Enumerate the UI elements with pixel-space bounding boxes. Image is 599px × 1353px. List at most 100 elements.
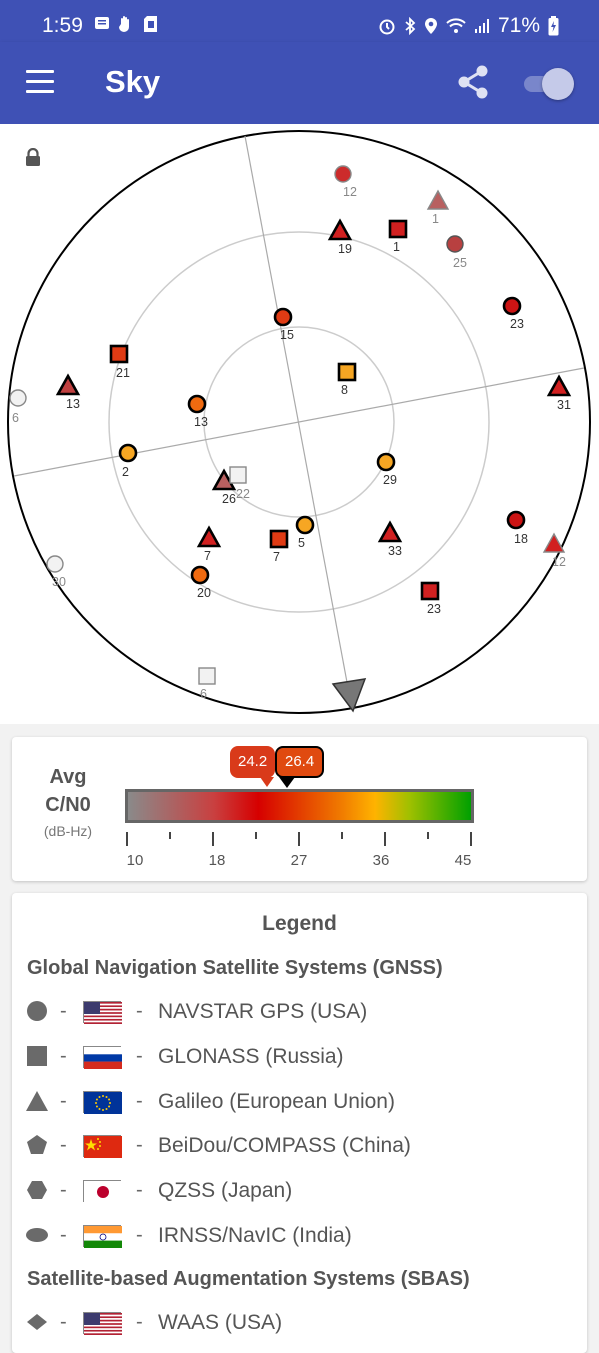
hexagon-shape-icon	[24, 1177, 50, 1203]
message-icon	[95, 17, 109, 29]
usa-flag-icon	[83, 1312, 122, 1336]
square-shape-icon	[24, 1043, 50, 1069]
lock-icon[interactable]	[24, 148, 42, 168]
satellite-label: 12	[343, 185, 357, 199]
bubble-b-pointer	[279, 777, 295, 788]
legend-title: Legend	[262, 912, 337, 935]
india-flag-icon	[83, 1225, 122, 1248]
satellite-label: 1	[432, 212, 439, 226]
satellite-label: 13	[66, 397, 80, 411]
satellite-marker	[446, 235, 464, 253]
russia-flag-icon	[83, 1045, 122, 1069]
satellite-marker	[388, 219, 408, 239]
satellite-label: 1	[393, 240, 400, 254]
satellite-marker	[426, 189, 450, 210]
hand-icon	[119, 16, 129, 32]
satellite-marker	[118, 443, 138, 463]
satellite-marker	[420, 581, 440, 601]
cn0-title: Avg C/N0	[45, 766, 91, 816]
battery-icon	[548, 16, 559, 36]
satellite-label: 31	[557, 398, 571, 412]
cn0-minor-tick	[169, 832, 171, 839]
legend-dash: -	[136, 1089, 143, 1112]
legend-dash: -	[60, 1311, 67, 1333]
satellite-label: 8	[341, 383, 348, 397]
legend-constellation-name: QZSS (Japan)	[158, 1179, 293, 1203]
satellite-marker	[334, 165, 352, 183]
satellite-label: 6	[12, 411, 19, 425]
satellite-marker	[109, 344, 129, 364]
sky-plot-area: 12 1 19 1 25 23 15 21 8 13 13 31 6 2 29 26 22 5 7 7 33 18 12 30…	[0, 124, 599, 724]
satellite-marker	[46, 555, 64, 573]
legend-dash: -	[136, 1224, 143, 1246]
satellite-label: 15	[280, 328, 294, 342]
satellite-marker	[187, 394, 207, 414]
legend-dash: -	[60, 1224, 67, 1246]
diamond-shape-icon	[24, 1309, 50, 1335]
signal-icon	[474, 19, 489, 33]
cn0-major-tick	[470, 832, 472, 846]
circle-shape-icon	[24, 998, 50, 1024]
sky-plot: 12 1 19 1 25 23 15 21 8 13 13 31 6 2 29 26 22 5 7 7 33 18 12 30…	[7, 130, 591, 714]
cn0-tick-label: 27	[290, 852, 308, 869]
bluetooth-icon	[405, 17, 416, 35]
cn0-bubble-in-use: 24.2	[230, 746, 276, 778]
menu-icon[interactable]	[26, 70, 54, 94]
satellite-marker	[506, 510, 526, 530]
satellite-marker	[269, 529, 289, 549]
cn0-value-a: 24.2	[238, 753, 268, 770]
status-bar: 1:59 71%	[0, 0, 599, 42]
satellite-marker	[337, 362, 357, 382]
cn0-tick-label: 36	[372, 852, 390, 869]
satellite-marker	[542, 532, 566, 553]
china-flag-icon	[83, 1135, 122, 1159]
toggle-switch[interactable]	[524, 68, 574, 100]
satellite-label: 2	[122, 465, 129, 479]
legend-dash: -	[60, 1044, 67, 1067]
legend-dash: -	[136, 1179, 143, 1202]
status-system-icons: 71%	[378, 14, 559, 38]
share-icon[interactable]	[455, 64, 491, 100]
legend-dash: -	[60, 1134, 67, 1157]
eu-flag-icon	[83, 1090, 122, 1114]
status-notification-icons	[94, 15, 160, 33]
legend-constellation-name: IRNSS/NavIC (India)	[158, 1224, 352, 1247]
satellite-marker	[196, 525, 222, 548]
status-time: 1:59	[42, 14, 83, 37]
satellite-marker	[190, 565, 210, 585]
cn0-major-tick	[384, 832, 386, 846]
cn0-minor-tick	[427, 832, 429, 839]
usa-flag-icon	[83, 1001, 122, 1025]
legend-row: - - WAAS (USA)	[24, 1309, 584, 1339]
cn0-tick-label: 10	[126, 852, 144, 869]
oval-shape-icon	[24, 1222, 50, 1248]
wifi-icon	[446, 18, 466, 33]
legend-constellation-name: WAAS (USA)	[158, 1311, 283, 1334]
legend-row: - - QZSS (Japan)	[24, 1177, 584, 1207]
cn0-major-tick	[212, 832, 214, 846]
legend-row: - - IRNSS/NavIC (India)	[24, 1222, 584, 1252]
cn0-bubble-all: 26.4	[275, 746, 325, 778]
bubble-a-pointer	[260, 777, 274, 787]
cn0-gradient-bar	[125, 789, 474, 823]
legend-row: - - NAVSTAR GPS (USA)	[24, 998, 584, 1028]
legend-row: - - GLONASS (Russia)	[24, 1043, 584, 1073]
legend-constellation-name: BeiDou/COMPASS (China)	[158, 1134, 411, 1158]
satellite-marker	[273, 307, 293, 327]
sim-card-icon	[144, 16, 157, 32]
satellite-label: 22	[236, 487, 250, 501]
satellite-marker	[546, 374, 572, 397]
legend-dash: -	[136, 1311, 143, 1333]
satellite-marker	[376, 452, 396, 472]
cn0-units: (dB-Hz)	[43, 823, 93, 839]
battery-percent: 71%	[497, 14, 540, 37]
legend-dash: -	[60, 1179, 67, 1202]
satellite-marker	[295, 515, 315, 535]
satellite-label: 30	[52, 575, 66, 589]
satellite-label: 29	[383, 473, 397, 487]
satellite-label: 12	[552, 555, 566, 569]
satellite-label: 19	[338, 242, 352, 256]
satellite-marker	[55, 373, 81, 396]
satellite-marker	[327, 218, 353, 241]
legend-row: - - Galileo (European Union)	[24, 1088, 584, 1118]
